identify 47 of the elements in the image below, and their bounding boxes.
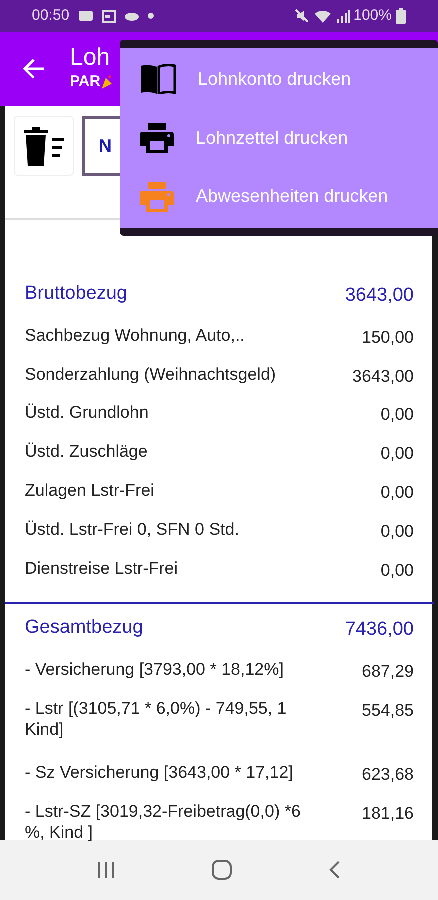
item-value: 181,16 [362,802,414,825]
signal-icon [336,9,350,23]
clear-list-button[interactable] [14,116,74,176]
total-label: Gesamtbezug [25,616,144,640]
screen-title: Loh [70,44,112,71]
menu-item[interactable]: Lohnzettel drucken [120,108,438,168]
battery-icon [396,8,406,24]
item-value: 0,00 [380,443,414,466]
party-icon [100,74,113,90]
menu-item[interactable]: Lohnkonto drucken [120,50,438,109]
item-label: Sachbezug Wohnung, Auto,.. [25,324,245,346]
item-label: - Lstr [(3105,71 * 6,0%) - 749,55, 1 Kind] [25,698,288,740]
item-value: 0,00 [380,404,414,426]
item-value: 150,00 [362,326,414,349]
mute-icon [294,8,310,24]
item-label: Üstd. Lstr-Frei 0, SFN 0 Std. [25,518,240,540]
item-label: - Versicherung [3793,00 * 18,12%] [25,659,284,680]
status-time: 00:50 [32,6,70,26]
recent-apps-icon[interactable] [96,862,115,878]
menu-item[interactable]: Abwesenheiten drucken [120,167,438,226]
total-value: 7436,00 [345,618,414,642]
cloud-icon [124,11,140,21]
back-nav-icon[interactable] [329,861,342,879]
item-value: 0,00 [380,520,414,543]
item-value: 554,85 [362,700,414,722]
item-value: 3643,00 [352,366,414,388]
item-value: 0,00 [380,482,414,504]
item-label: Dienstreise Lstr-Frei [25,558,178,579]
screen-subtitle: PAR [70,72,101,92]
wifi-icon [314,9,332,23]
item-label: Sonderzahlung (Weihnachtsgeld) [25,364,276,385]
total-value: 3643,00 [345,284,414,308]
calendar-icon [102,10,116,22]
item-label: - Sz Versicherung [3643,00 * 17,12] [25,762,294,784]
total-label: Bruttobezug [25,282,128,306]
item-value: 623,68 [362,764,414,786]
item-value: 687,29 [362,661,414,684]
item-label: Üstd. Grundlohn [25,402,149,424]
home-icon[interactable] [212,860,232,880]
item-label: Üstd. Zuschläge [25,441,148,462]
notification-icon [78,10,94,22]
item-label: - Lstr-SZ [3019,32-Freibetrag(0,0) *6 %, Kind ] [25,800,302,844]
battery-level: 100% [354,6,392,26]
dot-icon [148,13,154,19]
back-icon[interactable] [22,58,46,80]
item-label: Zulagen Lstr-Frei [25,480,154,502]
item-value: 0,00 [380,560,414,582]
